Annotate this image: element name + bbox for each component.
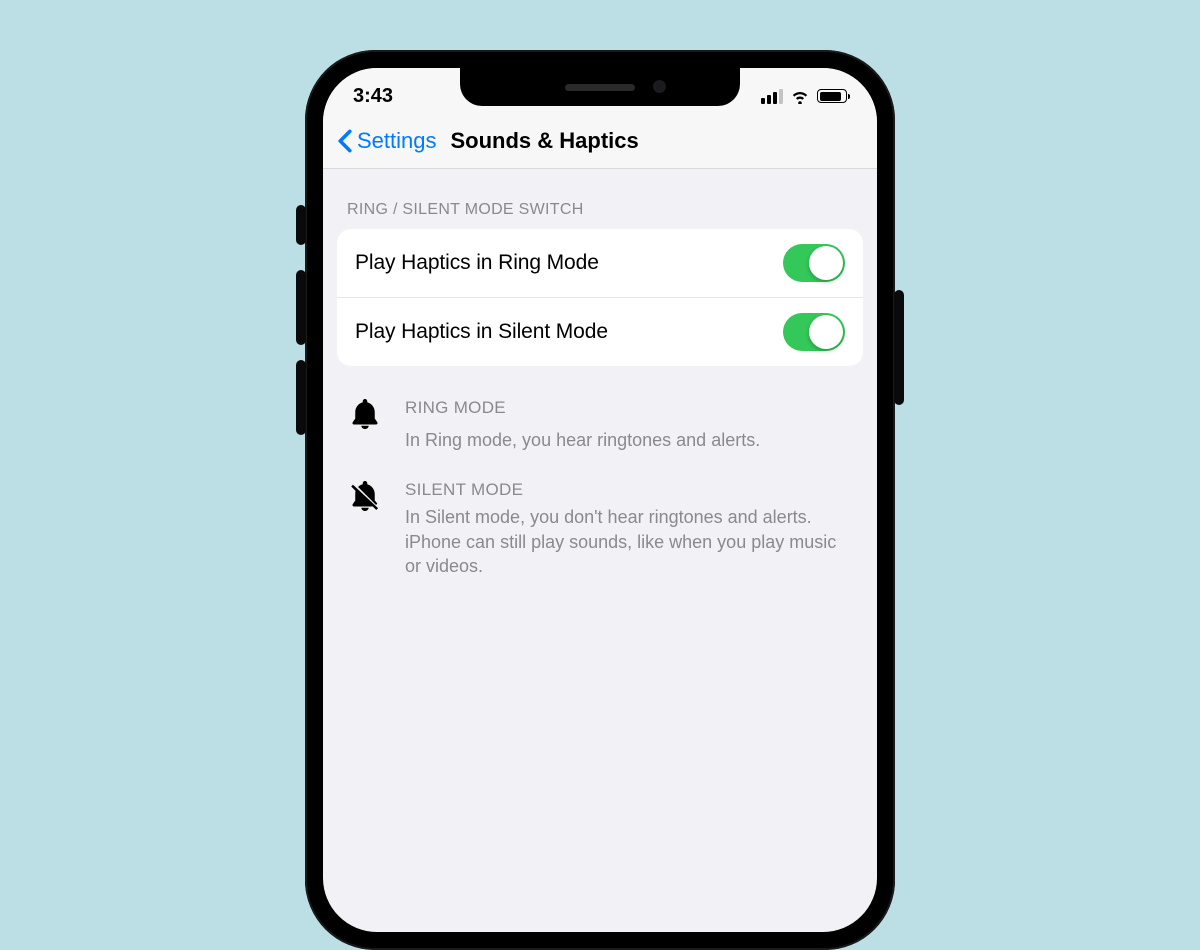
settings-group: Play Haptics in Ring Mode Play Haptics i…	[337, 229, 863, 366]
toggle-knob	[809, 315, 843, 349]
status-time: 3:43	[353, 85, 393, 108]
back-button[interactable]: Settings	[337, 128, 437, 154]
content: RING / SILENT MODE SWITCH Play Haptics i…	[323, 169, 877, 578]
ring-mode-block: RING MODE In Ring mode, you hear rington…	[323, 366, 877, 452]
ring-silent-switch	[296, 205, 306, 245]
status-icons	[761, 88, 847, 104]
toggle-haptics-ring[interactable]	[783, 244, 845, 282]
screen: 3:43 Settings Sounds & Haptics RIN	[323, 68, 877, 932]
page-title: Sounds & Haptics	[451, 128, 639, 154]
ring-mode-title: RING MODE	[405, 398, 853, 418]
wifi-icon	[790, 88, 810, 104]
row-play-haptics-ring: Play Haptics in Ring Mode	[337, 229, 863, 297]
silent-mode-title: SILENT MODE	[405, 480, 853, 500]
power-button	[894, 290, 904, 405]
bell-slash-icon	[347, 478, 387, 578]
row-label: Play Haptics in Silent Mode	[355, 320, 608, 344]
toggle-knob	[809, 246, 843, 280]
row-play-haptics-silent: Play Haptics in Silent Mode	[337, 297, 863, 366]
speaker-grille	[565, 84, 635, 91]
silent-mode-desc: In Silent mode, you don't hear ringtones…	[405, 505, 853, 578]
volume-up-button	[296, 270, 306, 345]
cellular-signal-icon	[761, 89, 783, 104]
chevron-back-icon	[337, 129, 353, 153]
row-label: Play Haptics in Ring Mode	[355, 251, 599, 275]
ring-mode-desc: In Ring mode, you hear ringtones and ale…	[405, 428, 853, 452]
volume-down-button	[296, 360, 306, 435]
nav-header: Settings Sounds & Haptics	[323, 118, 877, 169]
notch	[460, 68, 740, 106]
bell-icon	[347, 396, 387, 452]
battery-icon	[817, 89, 847, 103]
section-header: RING / SILENT MODE SWITCH	[323, 169, 877, 229]
back-label: Settings	[357, 128, 437, 154]
phone-frame: 3:43 Settings Sounds & Haptics RIN	[305, 50, 895, 950]
front-camera	[653, 80, 666, 93]
toggle-haptics-silent[interactable]	[783, 313, 845, 351]
silent-mode-block: SILENT MODE In Silent mode, you don't he…	[323, 452, 877, 578]
